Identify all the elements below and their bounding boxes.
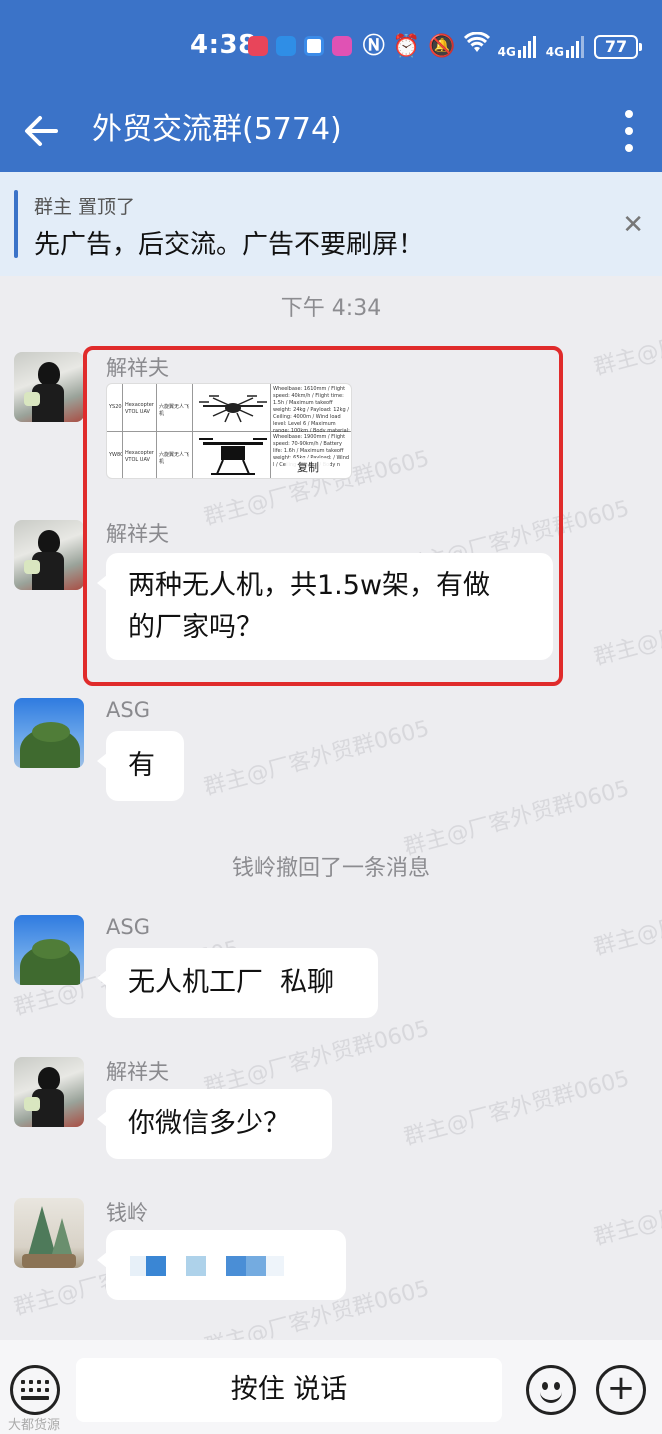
emoji-eye-icon — [542, 1382, 548, 1390]
cell-signal-2: 4G — [546, 35, 586, 58]
redacted-content — [146, 1256, 166, 1276]
nfc-icon: Ⓝ — [362, 33, 385, 59]
more-actions-button[interactable]: + — [596, 1365, 646, 1415]
pinned-text: 先广告，后交流。广告不要刷屏！ — [34, 230, 425, 260]
close-pinned-button[interactable]: ✕ — [622, 212, 644, 238]
watermark: 群主@厂客外贸群0605 — [401, 776, 632, 861]
alarm-icon: ⏰ — [392, 33, 421, 59]
notification-app-icon-2 — [276, 36, 296, 56]
redacted-content — [186, 1256, 206, 1276]
pinned-accent-bar — [14, 190, 18, 258]
pinned-subtitle: 群主 置顶了 — [34, 196, 136, 218]
more-dot-icon — [625, 127, 633, 135]
redacted-content — [226, 1256, 246, 1276]
back-arrow-icon — [25, 116, 58, 146]
status-time: 4:38 — [190, 30, 257, 60]
redacted-content — [246, 1256, 266, 1276]
more-dot-icon — [625, 144, 633, 152]
notification-app-icon-1 — [248, 36, 268, 56]
cell-signal-1: 4G — [498, 35, 538, 58]
close-icon: ✕ — [622, 210, 644, 240]
keyboard-toggle-button[interactable] — [10, 1365, 60, 1415]
watermark: 群主@厂客外贸群0605 — [201, 716, 432, 801]
redacted-content — [130, 1256, 146, 1276]
more-options-button[interactable] — [618, 106, 640, 156]
chat-timestamp: 下午 4:34 — [280, 296, 382, 321]
emoji-eye-icon — [554, 1382, 560, 1390]
sender-name: ASG — [106, 915, 150, 939]
message-bubble[interactable]: 你微信多少？ — [97, 1089, 332, 1159]
watermark: 群主@厂客外贸群0605 — [201, 1016, 432, 1101]
notification-app-icon-4 — [332, 36, 352, 56]
mute-icon: 🔕 — [428, 33, 456, 59]
avatar[interactable] — [14, 1198, 84, 1268]
emoji-button[interactable] — [526, 1365, 576, 1415]
input-bar: 按住 说话 + — [0, 1340, 662, 1434]
avatar[interactable] — [14, 520, 84, 590]
corner-watermark: 大都货源 — [8, 1418, 61, 1433]
system-message-recalled: 钱岭撤回了一条消息 — [231, 856, 430, 881]
chat-header: 外贸交流群(5774) — [0, 90, 662, 172]
avatar[interactable] — [14, 352, 84, 422]
sender-name: 解祥夫 — [106, 1060, 169, 1084]
emoji-mouth-icon — [540, 1392, 562, 1403]
redacted-message-bubble[interactable] — [97, 1230, 346, 1300]
avatar[interactable] — [14, 915, 84, 985]
highlight-annotation-box — [83, 346, 563, 686]
message-bubble[interactable]: 有 — [97, 731, 184, 801]
sender-name: ASG — [106, 698, 150, 722]
notification-app-icon-3 — [304, 36, 324, 56]
watermark: 群主@厂客外贸群0605 — [591, 1166, 662, 1251]
wifi-icon — [463, 31, 490, 61]
watermark: 群主@厂客外贸群0605 — [591, 876, 662, 961]
sender-name: 钱岭 — [106, 1201, 148, 1225]
pinned-notice[interactable]: 群主 置顶了 先广告，后交流。广告不要刷屏！ ✕ — [0, 172, 662, 276]
message-bubble[interactable]: 无人机工厂 私聊 — [97, 948, 378, 1018]
watermark: 群主@厂客外贸群0605 — [401, 1066, 632, 1151]
top-bar: 4:38 Ⓝ ⏰ 🔕 4G 4G 77 外贸交流群(5774) — [0, 0, 662, 172]
battery-indicator: 77 — [594, 34, 642, 59]
avatar[interactable] — [14, 1057, 84, 1127]
plus-icon: + — [606, 1368, 636, 1408]
redacted-content — [266, 1256, 284, 1276]
hold-to-talk-button[interactable]: 按住 说话 — [76, 1358, 502, 1422]
status-bar: 4:38 Ⓝ ⏰ 🔕 4G 4G 77 — [0, 0, 662, 90]
status-right-icons: Ⓝ ⏰ 🔕 4G 4G 77 — [362, 31, 642, 61]
avatar[interactable] — [14, 698, 84, 768]
watermark: 群主@厂客外贸群0605 — [591, 586, 662, 671]
back-button[interactable] — [18, 108, 64, 154]
group-title: 外贸交流群(5774) — [92, 112, 342, 147]
more-dot-icon — [625, 110, 633, 118]
